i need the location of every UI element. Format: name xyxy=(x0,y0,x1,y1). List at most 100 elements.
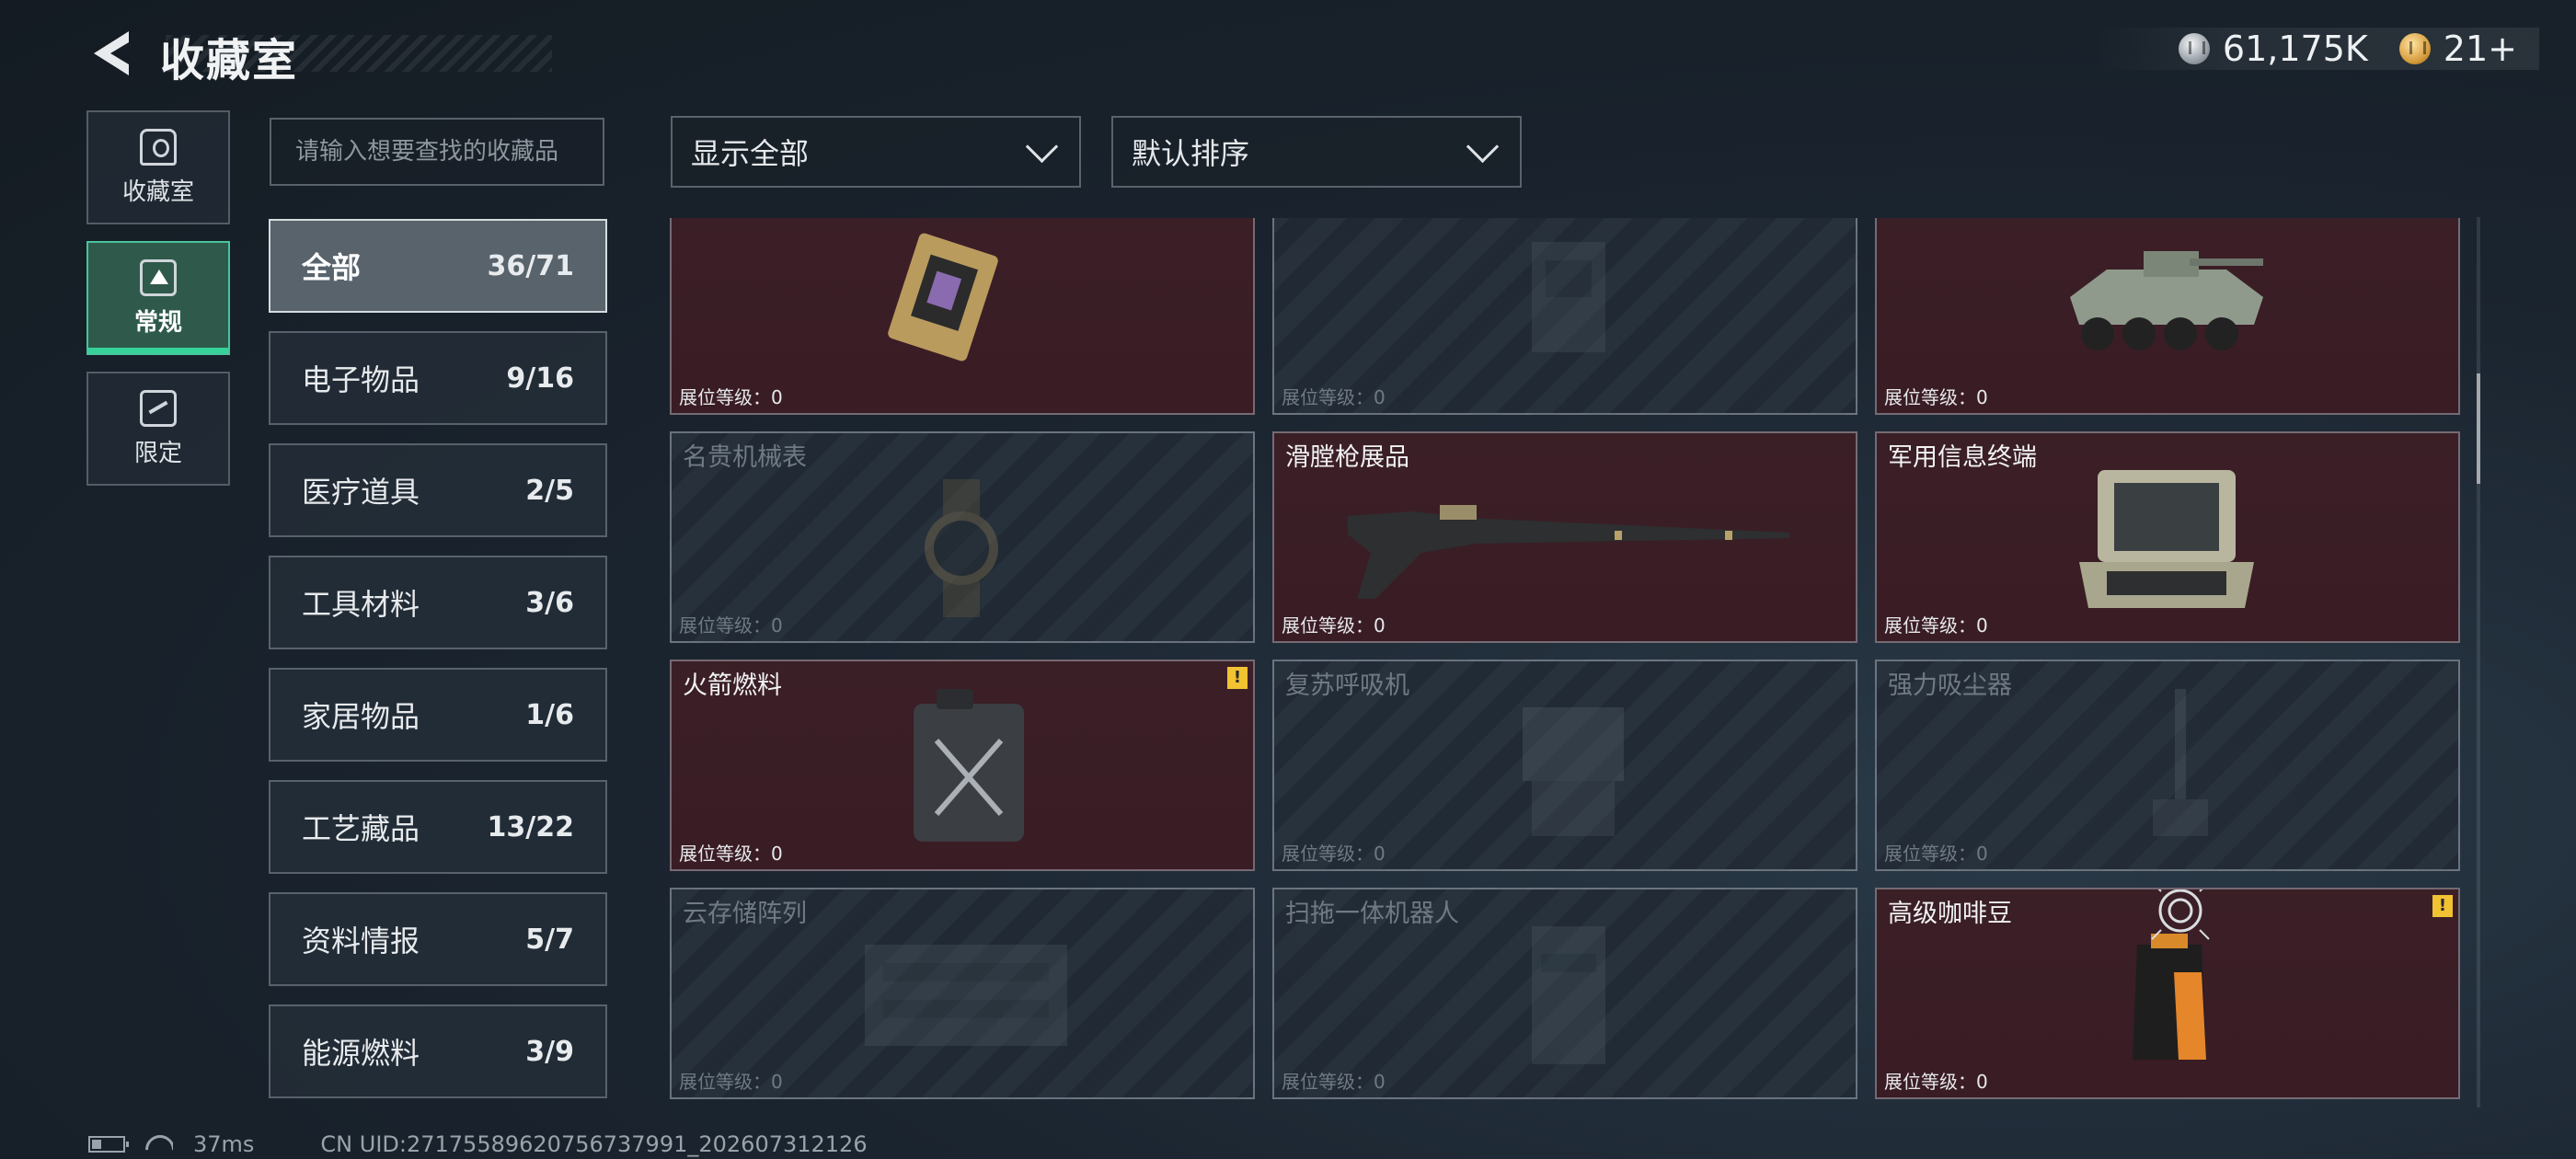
card-level: 展位等级：0 xyxy=(1282,614,1386,637)
robot-vacuum-item-icon xyxy=(1532,926,1605,1064)
battery-icon xyxy=(88,1136,129,1153)
back-arrow-icon xyxy=(94,31,129,75)
card-name: 云存储阵列 xyxy=(683,900,807,928)
card-name: 名贵机械表 xyxy=(683,443,807,472)
sort-value: 默认排序 xyxy=(1132,136,1250,171)
category-all[interactable]: 全部 36/71 xyxy=(269,219,607,313)
silver-currency-value: 61,175K xyxy=(2222,29,2368,69)
category-intel[interactable]: 资料情报 5/7 xyxy=(269,892,607,986)
chevron-down-icon xyxy=(1025,130,1059,163)
ping-value: 37ms xyxy=(193,1131,255,1157)
gold-currency-value: 21+ xyxy=(2443,29,2517,69)
collection-card[interactable]: 扫拖一体机器人 展位等级：0 xyxy=(1272,888,1857,1099)
page-title: 收藏室 xyxy=(160,35,299,86)
card-level: 展位等级：0 xyxy=(1884,614,1988,637)
uid-text: CN UID:271755896207567379​91_20260731212… xyxy=(320,1131,868,1157)
back-button[interactable] xyxy=(85,26,144,81)
chevron-down-icon xyxy=(1466,130,1500,163)
collection-card[interactable]: 名贵机械表 展位等级：0 xyxy=(670,431,1255,643)
search-input[interactable] xyxy=(270,118,604,186)
card-level: 展位等级：0 xyxy=(1282,1071,1386,1093)
card-level: 展位等级：0 xyxy=(679,1071,783,1093)
scrollbar-thumb[interactable] xyxy=(2477,373,2480,484)
card-name: 复苏呼吸机 xyxy=(1285,671,1409,700)
category-count: 5/7 xyxy=(525,923,574,956)
armored-vehicle-item-icon xyxy=(2070,251,2263,350)
wifi-icon xyxy=(145,1135,173,1153)
category-count: 1/6 xyxy=(525,698,574,731)
card-level: 展位等级：0 xyxy=(679,614,783,637)
defibrillator-item-icon xyxy=(1532,242,1605,352)
rail-tab-limited[interactable]: 限定 xyxy=(86,372,230,486)
fuel-canister-item-icon xyxy=(914,689,1024,842)
category-household[interactable]: 家居物品 1/6 xyxy=(269,668,607,762)
gold-coin-icon xyxy=(2398,33,2431,64)
sort-dropdown[interactable]: 默认排序 xyxy=(1111,116,1522,188)
rail-tab-label: 限定 xyxy=(133,439,182,467)
grid-scrollbar[interactable] xyxy=(2477,217,2480,1107)
card-level: 展位等级：0 xyxy=(679,386,783,408)
category-medical[interactable]: 医疗道具 2/5 xyxy=(269,443,607,537)
watch-item-icon xyxy=(925,479,998,617)
collection-card[interactable]: 高级咖啡豆 ! 展位等级：0 xyxy=(1875,888,2460,1099)
status-bar: 37ms CN UID:271755896207567379​91_202607… xyxy=(88,1131,868,1157)
circuit-board-item-icon xyxy=(888,233,998,361)
category-count: 3/6 xyxy=(525,586,574,619)
rail-tab-label: 常规 xyxy=(133,308,182,337)
category-tools[interactable]: 工具材料 3/6 xyxy=(269,556,607,649)
coffee-bag-item-icon xyxy=(2133,934,2206,1060)
side-rail: 收藏室 常规 限定 xyxy=(86,110,234,502)
category-count: 3/9 xyxy=(525,1035,574,1068)
collection-card[interactable]: 滑膛枪展品 展位等级：0 xyxy=(1272,431,1857,643)
collection-card[interactable]: 火箭燃料 ! 展位等级：0 xyxy=(670,660,1255,871)
musket-item-icon xyxy=(1348,505,1789,599)
trophy-icon xyxy=(140,128,177,166)
category-name: 家居物品 xyxy=(302,699,420,734)
collection-card[interactable]: 展位等级：0 xyxy=(1875,218,2460,415)
card-name: 火箭燃料 xyxy=(683,671,782,700)
collection-card[interactable]: 云存储阵列 展位等级：0 xyxy=(670,888,1255,1099)
collection-card[interactable]: 强力吸尘器 展位等级：0 xyxy=(1875,660,2460,871)
card-name: 滑膛枪展品 xyxy=(1285,443,1409,472)
category-name: 资料情报 xyxy=(302,924,420,958)
card-level: 展位等级：0 xyxy=(1884,386,1988,408)
collection-grid[interactable]: 展位等级：0 展位等级：0 展位等级：0 名贵机械表 展位等级：0 滑膛枪展品 … xyxy=(670,218,2510,1108)
collection-card[interactable]: 展位等级：0 xyxy=(670,218,1255,415)
display-filter-dropdown[interactable]: 显示全部 xyxy=(671,116,1081,188)
category-fuel[interactable]: 能源燃料 3/9 xyxy=(269,1004,607,1098)
silver-coin-icon xyxy=(2178,33,2210,64)
warning-icon: ! xyxy=(1227,667,1248,689)
military-terminal-item-icon xyxy=(2079,470,2254,608)
card-level: 展位等级：0 xyxy=(1884,843,1988,865)
card-level: 展位等级：0 xyxy=(1282,843,1386,865)
category-count: 36/71 xyxy=(487,249,574,282)
collection-card[interactable]: 军用信息终端 展位等级：0 xyxy=(1875,431,2460,643)
limited-icon xyxy=(140,389,177,427)
card-name: 军用信息终端 xyxy=(1888,443,2037,472)
collection-card[interactable]: 复苏呼吸机 展位等级：0 xyxy=(1272,660,1857,871)
category-name: 工具材料 xyxy=(302,587,420,622)
category-list: 全部 36/71 电子物品 9/16 医疗道具 2/5 工具材料 3/6 家居物… xyxy=(269,219,607,1117)
collection-card[interactable]: 展位等级：0 xyxy=(1272,218,1857,415)
category-count: 2/5 xyxy=(525,474,574,507)
rail-tab-label: 收藏室 xyxy=(121,178,194,206)
category-electronics[interactable]: 电子物品 9/16 xyxy=(269,331,607,425)
rail-tab-regular[interactable]: 常规 xyxy=(86,241,230,355)
vacuum-item-icon xyxy=(2153,689,2208,836)
category-name: 医疗道具 xyxy=(302,475,420,510)
category-name: 能源燃料 xyxy=(302,1036,420,1071)
card-name: 扫拖一体机器人 xyxy=(1285,900,1459,928)
warning-icon: ! xyxy=(2432,895,2453,917)
category-count: 13/22 xyxy=(487,810,574,843)
storage-array-item-icon xyxy=(865,945,1067,1046)
category-crafts[interactable]: 工艺藏品 13/22 xyxy=(269,780,607,874)
card-level: 展位等级：0 xyxy=(1282,386,1386,408)
card-level: 展位等级：0 xyxy=(679,843,783,865)
target-reticle-icon xyxy=(2151,889,2210,940)
category-name: 全部 xyxy=(302,250,362,285)
rail-tab-collection[interactable]: 收藏室 xyxy=(86,110,230,224)
currency-bar: 61,175K 21+ xyxy=(2095,28,2539,70)
document-icon xyxy=(140,258,177,296)
category-count: 9/16 xyxy=(506,361,574,395)
ventilator-item-icon xyxy=(1523,707,1624,836)
